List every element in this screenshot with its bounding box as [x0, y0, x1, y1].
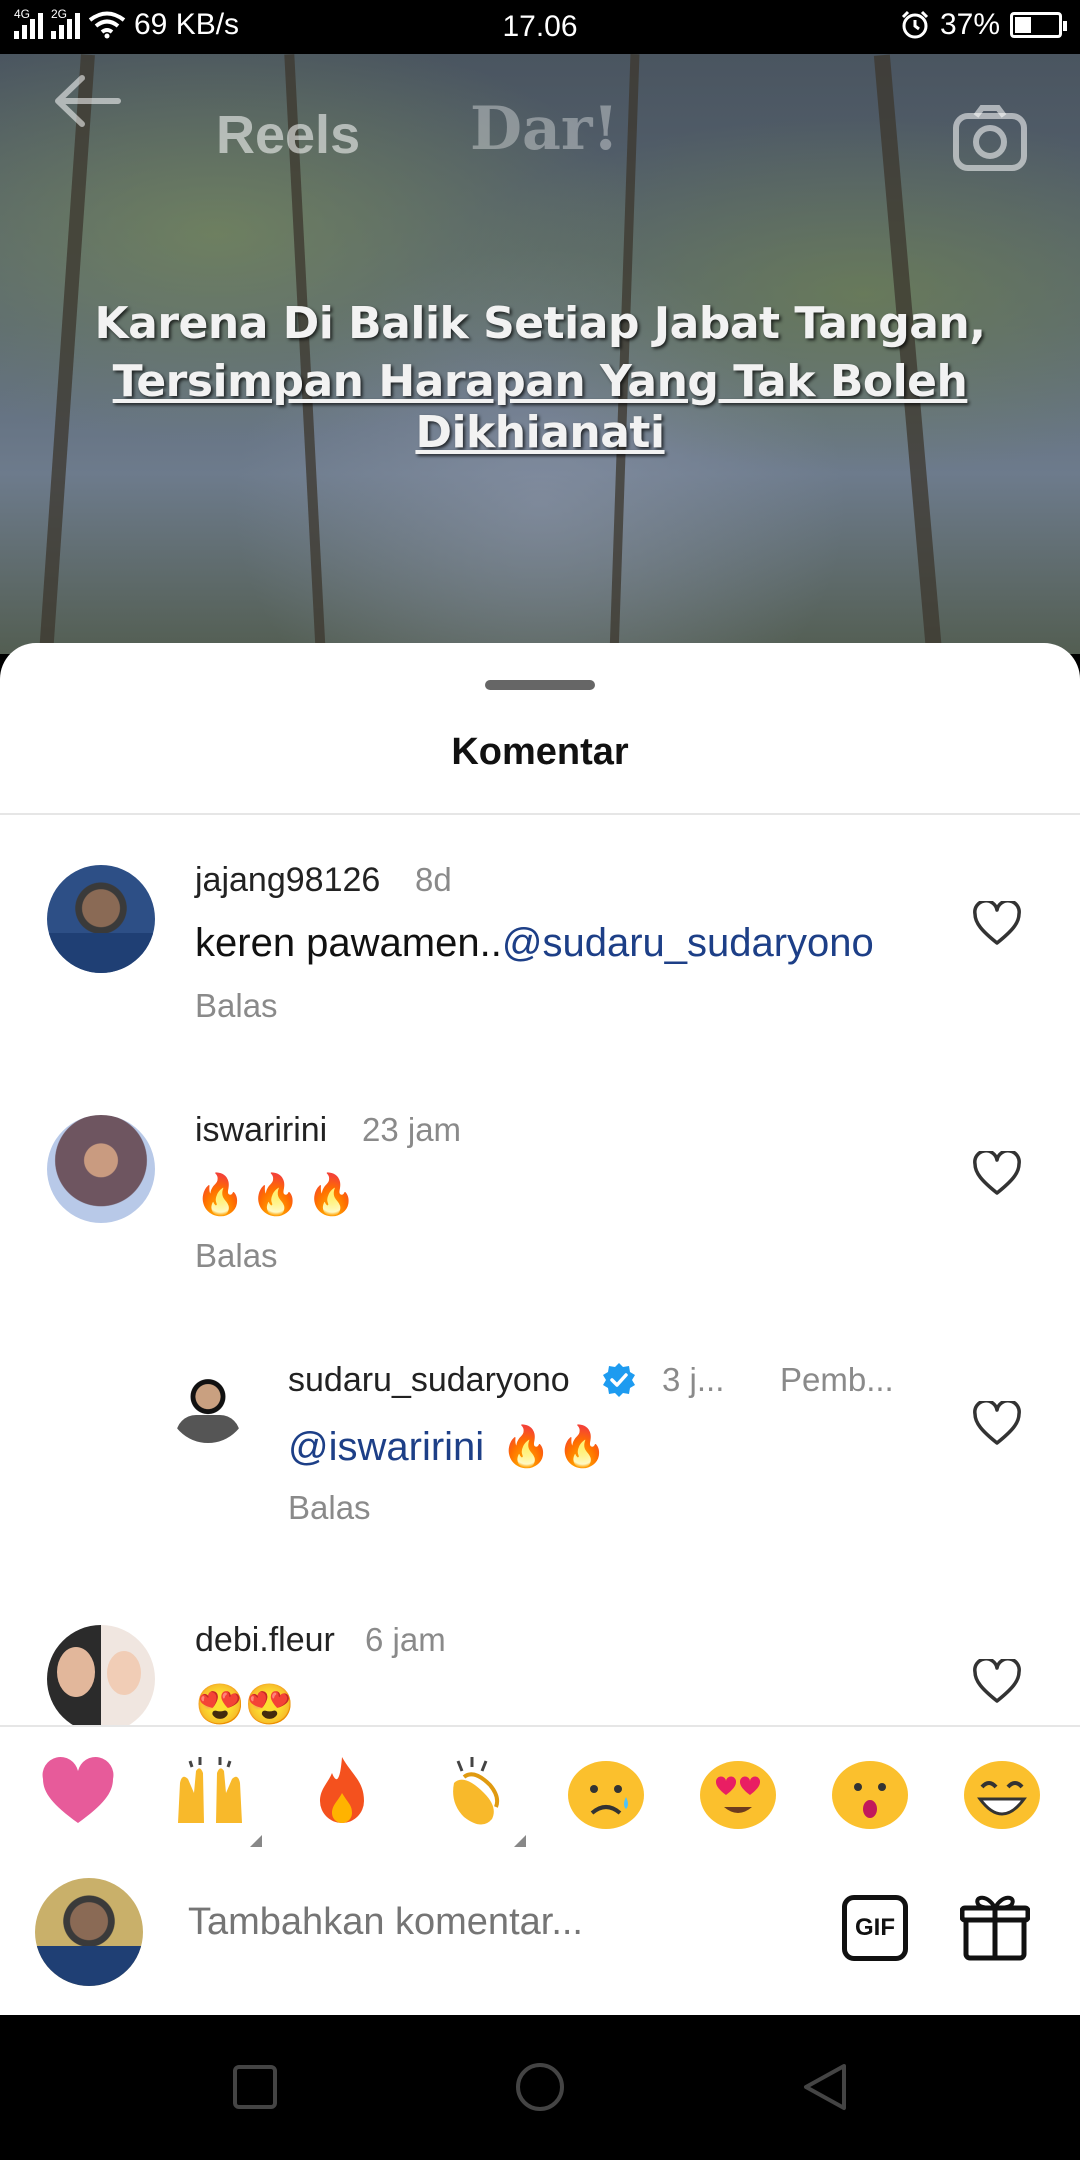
- status-right: 37%: [900, 8, 1067, 42]
- reply-button[interactable]: Balas: [195, 1237, 278, 1275]
- verified-badge-icon: [603, 1363, 635, 1397]
- home-icon[interactable]: [515, 2062, 565, 2112]
- my-avatar: [35, 1878, 143, 1986]
- sheet-title: Komentar: [451, 731, 629, 773]
- battery-icon: [1010, 12, 1067, 38]
- variant-indicator: [250, 1835, 262, 1847]
- battery-percent: 37%: [939, 8, 1000, 41]
- divider: [0, 813, 1080, 815]
- grinning-face-emoji-icon[interactable]: [962, 1753, 1042, 1833]
- video-watermark-logo: Dar!: [470, 94, 619, 164]
- comment-time: 6 jam: [365, 1621, 446, 1658]
- comment-text-plain: keren pawamen..: [195, 921, 502, 965]
- like-heart-icon[interactable]: [972, 1659, 1022, 1705]
- divider: [0, 1725, 1080, 1727]
- back-arrow-icon[interactable]: [48, 66, 128, 136]
- video-caption-line1: Karena Di Balik Setiap Jabat Tangan,: [94, 298, 986, 349]
- avatar[interactable]: [168, 1363, 248, 1443]
- camera-icon[interactable]: [952, 104, 1028, 172]
- quick-emoji-row: [0, 1725, 1080, 1865]
- comment-input-bar: GIF: [0, 1860, 1080, 2015]
- gif-button[interactable]: GIF: [842, 1895, 908, 1961]
- comment-time: 8d: [415, 861, 452, 898]
- comment-text: keren pawamen..@sudaru_sudaryono: [195, 921, 874, 966]
- comment-time: 23 jam: [362, 1111, 462, 1148]
- reply-button[interactable]: Balas: [288, 1489, 371, 1527]
- comment-text: @iswaririni 🔥🔥: [288, 1423, 613, 1470]
- heart-emoji-icon[interactable]: [38, 1753, 118, 1833]
- comment-text: 😍😍: [195, 1683, 295, 1727]
- comment-username[interactable]: debi.fleur: [195, 1621, 335, 1660]
- comment-username[interactable]: jajang98126: [195, 861, 380, 900]
- like-heart-icon[interactable]: [972, 1151, 1022, 1197]
- system-nav-bar: [0, 2015, 1080, 2160]
- mention-link[interactable]: @iswaririni: [288, 1425, 484, 1469]
- fire-emoji-icon[interactable]: [302, 1753, 382, 1833]
- like-heart-icon[interactable]: [972, 1401, 1022, 1447]
- avatar-face: [107, 1651, 141, 1695]
- gift-icon[interactable]: [960, 1890, 1030, 1962]
- drag-handle[interactable]: [485, 680, 595, 690]
- avatar-face: [57, 1647, 95, 1697]
- avatar-shirt: [47, 933, 155, 973]
- comment-time: 3 j...: [662, 1361, 725, 1398]
- avatar-shirt: [35, 1946, 143, 1986]
- reels-title: Reels: [216, 105, 361, 165]
- like-heart-icon[interactable]: [972, 901, 1022, 947]
- back-icon[interactable]: [800, 2062, 850, 2112]
- recent-apps-icon[interactable]: [230, 2062, 280, 2112]
- avatar-suit: [176, 1415, 240, 1443]
- status-bar: 4G 2G 69 KB/s 17.06 37%: [0, 0, 1080, 54]
- comment-username[interactable]: sudaru_sudaryono: [288, 1361, 570, 1400]
- reply-button[interactable]: Balas: [195, 987, 278, 1025]
- author-label: Pemb...: [780, 1361, 894, 1398]
- raised-hands-emoji-icon[interactable]: [170, 1753, 250, 1833]
- clapping-hands-emoji-icon[interactable]: [434, 1753, 514, 1833]
- mention-link[interactable]: @sudaru_sudaryono: [502, 921, 874, 965]
- comment-text: 🔥🔥🔥: [195, 1173, 363, 1217]
- heart-eyes-face-emoji-icon[interactable]: [698, 1753, 778, 1833]
- avatar[interactable]: [47, 1115, 155, 1223]
- avatar[interactable]: [47, 1625, 155, 1733]
- alarm-icon: [901, 10, 929, 39]
- video-caption-line2: Tersimpan Harapan Yang Tak Boleh Dikhian…: [112, 356, 968, 458]
- avatar[interactable]: [47, 865, 155, 973]
- comment-text-plain: 🔥🔥: [484, 1425, 613, 1469]
- tree-trunk: [873, 54, 943, 654]
- sad-tear-face-emoji-icon[interactable]: [566, 1753, 646, 1833]
- variant-indicator: [514, 1835, 526, 1847]
- comment-username[interactable]: iswaririni: [195, 1111, 327, 1150]
- comment-input[interactable]: [186, 1900, 790, 1945]
- tree-trunk: [39, 54, 95, 654]
- surprised-face-emoji-icon[interactable]: [830, 1753, 910, 1833]
